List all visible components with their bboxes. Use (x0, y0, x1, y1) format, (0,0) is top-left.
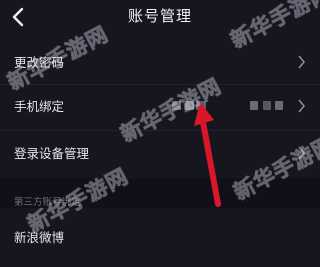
device-management-row[interactable]: 登录设备管理 (0, 131, 320, 175)
mask-block (275, 101, 283, 110)
sina-weibo-label: 新浪微博 (14, 230, 65, 245)
change-password-row[interactable]: 更改密码 (0, 40, 320, 84)
mask-block (263, 101, 271, 110)
mask-block (250, 101, 258, 110)
phone-binding-label: 手机绑定 (14, 99, 65, 114)
mask-block (172, 101, 181, 110)
chevron-right-icon (298, 146, 306, 160)
chevron-right-icon (298, 99, 306, 113)
sina-weibo-row[interactable]: 新浪微博 (0, 215, 320, 259)
third-party-section-title: 第三方账号绑定 (14, 197, 81, 208)
device-management-label: 登录设备管理 (14, 146, 90, 161)
change-password-label: 更改密码 (14, 55, 65, 70)
top-nav-bar: 账号管理 (0, 0, 320, 34)
page-title: 账号管理 (127, 7, 192, 25)
account-management-screen: 账号管理 更改密码 手机绑定 登录设备管理 第三方账号绑定 新浪微博 新华手游网… (0, 0, 320, 267)
chevron-right-icon (298, 55, 306, 69)
annotation-arrow-icon (194, 102, 221, 207)
phone-binding-row[interactable]: 手机绑定 (0, 84, 320, 128)
